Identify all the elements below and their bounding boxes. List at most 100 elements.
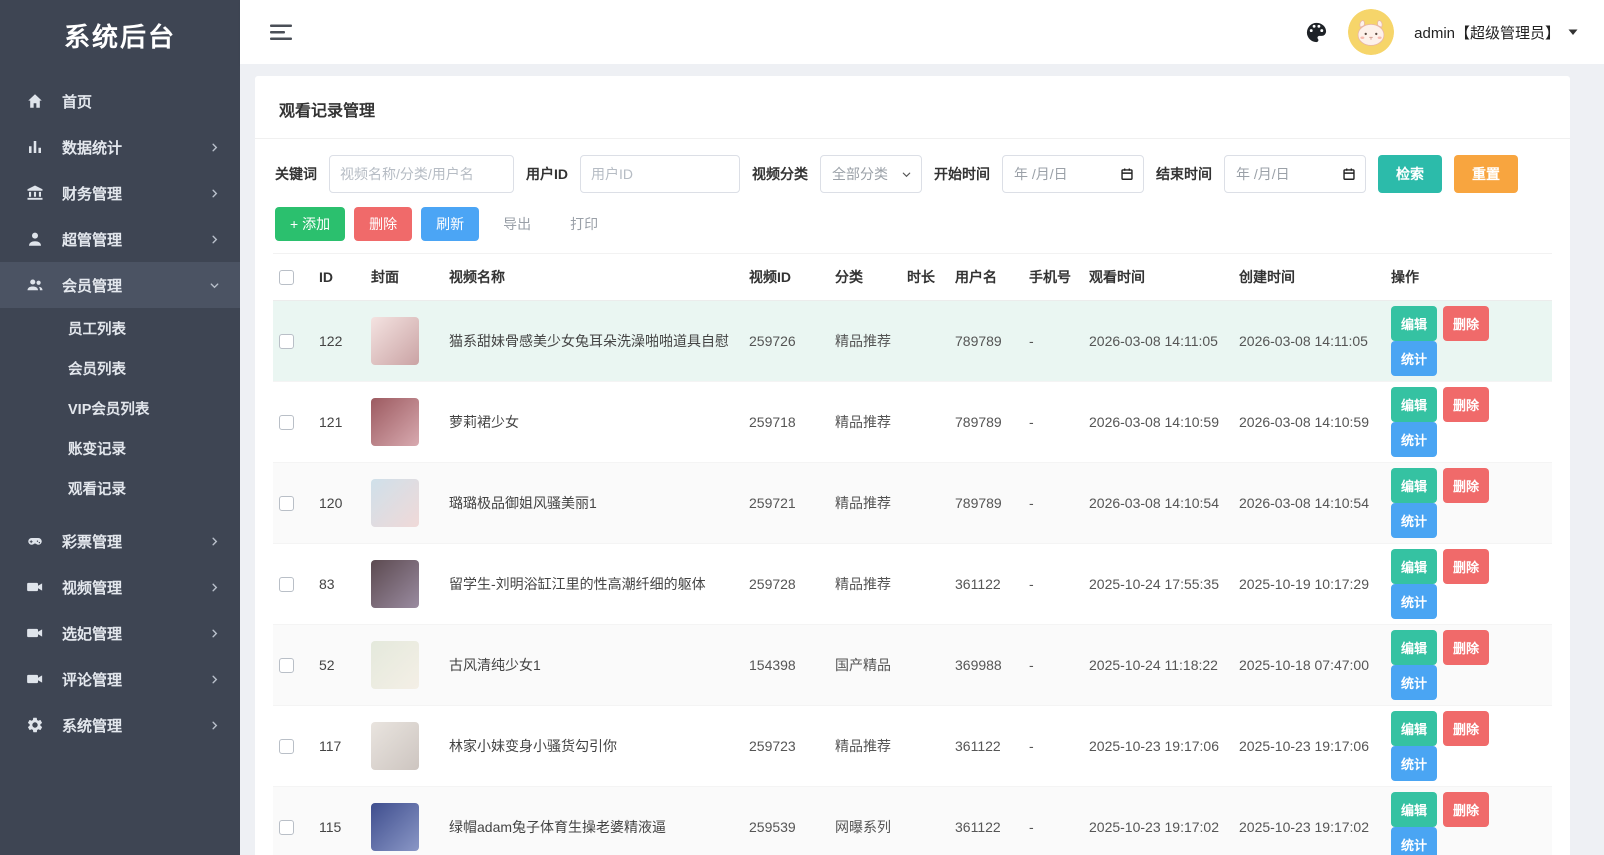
row-video-name: 留学生-刘明浴缸江里的性高潮纤细的躯体: [443, 544, 743, 625]
table-row: 120璐璐极品御姐风骚美丽1259721精品推荐789789-2026-03-0…: [273, 463, 1552, 544]
row-category: 国产精品: [829, 625, 901, 706]
stats-row-button[interactable]: 统计: [1391, 665, 1437, 700]
delete-button[interactable]: 删除: [354, 207, 412, 241]
stats-row-button[interactable]: 统计: [1391, 746, 1437, 781]
reset-button[interactable]: 重置: [1454, 155, 1518, 193]
edit-row-button[interactable]: 编辑: [1391, 306, 1437, 341]
row-checkbox[interactable]: [279, 577, 294, 592]
stats-row-button[interactable]: 统计: [1391, 503, 1437, 538]
userid-input[interactable]: [580, 155, 740, 193]
sidebar-subitem[interactable]: 观看记录: [0, 470, 240, 510]
row-checkbox[interactable]: [279, 334, 294, 349]
edit-row-button[interactable]: 编辑: [1391, 387, 1437, 422]
row-video-name: 璐璐极品御姐风骚美丽1: [443, 463, 743, 544]
delete-row-button[interactable]: 删除: [1443, 711, 1489, 746]
theme-palette-icon[interactable]: [1305, 21, 1328, 44]
sidebar-subitem[interactable]: 账变记录: [0, 430, 240, 470]
table-row: 52古风清纯少女1154398国产精品369988-2025-10-24 11:…: [273, 625, 1552, 706]
row-checkbox-cell: [273, 625, 313, 706]
avatar[interactable]: [1348, 9, 1394, 55]
chevron-right-icon: [209, 674, 220, 685]
row-cover-cell: [365, 463, 443, 544]
row-video-id: 259718: [743, 382, 829, 463]
sidebar-item[interactable]: 彩票管理: [0, 518, 240, 564]
row-checkbox[interactable]: [279, 496, 294, 511]
row-actions: 编辑删除统计: [1385, 787, 1552, 855]
edit-row-button[interactable]: 编辑: [1391, 549, 1437, 584]
start-date-input[interactable]: 年 /月/日: [1002, 155, 1144, 193]
delete-row-button[interactable]: 删除: [1443, 306, 1489, 341]
sidebar-item[interactable]: 视频管理: [0, 564, 240, 610]
column-header: 视频名称: [443, 254, 743, 301]
delete-row-button[interactable]: 删除: [1443, 387, 1489, 422]
delete-row-button[interactable]: 删除: [1443, 549, 1489, 584]
edit-row-button[interactable]: 编辑: [1391, 630, 1437, 665]
sidebar-item[interactable]: 超管管理: [0, 216, 240, 262]
end-date-input[interactable]: 年 /月/日: [1224, 155, 1366, 193]
end-date-value: 年 /月/日: [1236, 164, 1290, 184]
export-button[interactable]: 导出: [488, 207, 546, 241]
sidebar-subitem[interactable]: VIP会员列表: [0, 390, 240, 430]
row-checkbox-cell: [273, 301, 313, 382]
column-header: 视频ID: [743, 254, 829, 301]
row-cover-cell: [365, 706, 443, 787]
user-name: admin【超级管理员】: [1414, 22, 1560, 43]
table-row: 122猫系甜妹骨感美少女兔耳朵洗澡啪啪道具自慰259726精品推荐789789-…: [273, 301, 1552, 382]
row-video-name: 林家小妹变身小骚货勾引你: [443, 706, 743, 787]
delete-row-button[interactable]: 删除: [1443, 468, 1489, 503]
column-header: 分类: [829, 254, 901, 301]
sidebar-item[interactable]: 财务管理: [0, 170, 240, 216]
row-watch-time: 2026-03-08 14:10:54: [1083, 463, 1233, 544]
row-checkbox-cell: [273, 706, 313, 787]
category-select[interactable]: 全部分类: [820, 155, 922, 193]
user-menu[interactable]: admin【超级管理员】: [1414, 22, 1578, 43]
stats-row-button[interactable]: 统计: [1391, 584, 1437, 619]
select-all-checkbox[interactable]: [279, 270, 294, 285]
row-duration: [901, 787, 949, 855]
edit-row-button[interactable]: 编辑: [1391, 711, 1437, 746]
add-button[interactable]: + 添加: [275, 207, 345, 241]
delete-row-button[interactable]: 删除: [1443, 792, 1489, 827]
row-video-name: 古风清纯少女1: [443, 625, 743, 706]
row-phone: -: [1023, 544, 1083, 625]
gear-icon: [26, 716, 46, 734]
sidebar-item[interactable]: 系统管理: [0, 702, 240, 748]
sidebar-subitem[interactable]: 员工列表: [0, 310, 240, 350]
stats-row-button[interactable]: 统计: [1391, 827, 1437, 855]
row-username: 361122: [949, 787, 1023, 855]
edit-row-button[interactable]: 编辑: [1391, 792, 1437, 827]
sidebar-item-label: 财务管理: [62, 183, 122, 204]
sidebar-subitem[interactable]: 会员列表: [0, 350, 240, 390]
menu-toggle-icon[interactable]: [266, 20, 296, 45]
row-actions: 编辑删除统计: [1385, 706, 1552, 787]
row-checkbox[interactable]: [279, 820, 294, 835]
keyword-input[interactable]: [329, 155, 514, 193]
video-icon: [26, 624, 46, 642]
records-table-wrap: ID封面视频名称视频ID分类时长用户名手机号观看时间创建时间操作 122猫系甜妹…: [255, 253, 1570, 855]
video-thumbnail: [371, 803, 419, 851]
users-icon: [26, 276, 46, 294]
column-header: ID: [313, 254, 365, 301]
stats-row-button[interactable]: 统计: [1391, 422, 1437, 457]
sidebar-item-label: 评论管理: [62, 669, 122, 690]
print-button[interactable]: 打印: [555, 207, 613, 241]
sidebar-item[interactable]: 首页: [0, 78, 240, 124]
sidebar-item[interactable]: 会员管理: [0, 262, 240, 308]
column-header: 创建时间: [1233, 254, 1385, 301]
row-checkbox[interactable]: [279, 415, 294, 430]
home-icon: [26, 92, 46, 110]
sidebar-item[interactable]: 选妃管理: [0, 610, 240, 656]
row-watch-time: 2025-10-23 19:17:06: [1083, 706, 1233, 787]
search-button[interactable]: 检索: [1378, 155, 1442, 193]
delete-row-button[interactable]: 删除: [1443, 630, 1489, 665]
refresh-button[interactable]: 刷新: [421, 207, 479, 241]
edit-row-button[interactable]: 编辑: [1391, 468, 1437, 503]
sidebar-item[interactable]: 数据统计: [0, 124, 240, 170]
bank-icon: [26, 184, 46, 202]
row-checkbox[interactable]: [279, 658, 294, 673]
row-category: 网曝系列: [829, 787, 901, 855]
sidebar-item[interactable]: 评论管理: [0, 656, 240, 702]
stats-row-button[interactable]: 统计: [1391, 341, 1437, 376]
row-checkbox[interactable]: [279, 739, 294, 754]
row-actions: 编辑删除统计: [1385, 301, 1552, 382]
